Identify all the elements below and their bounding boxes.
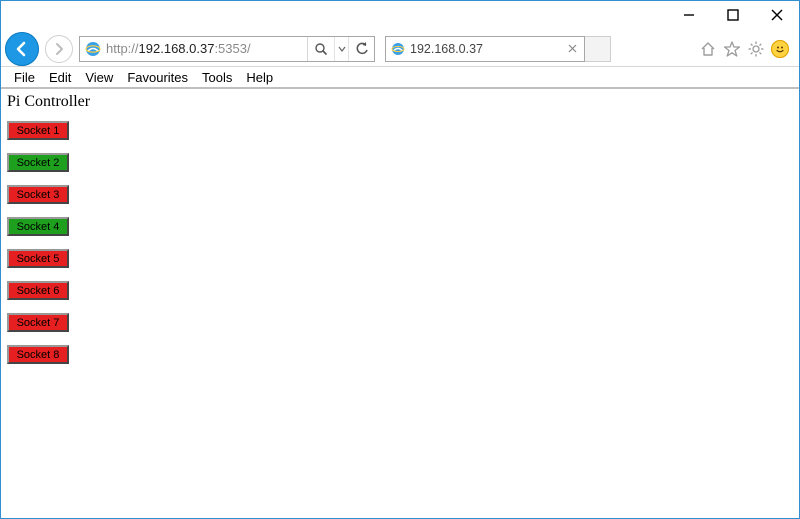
socket-button-4[interactable]: Socket 4 [7,217,69,236]
settings-icon[interactable] [747,40,765,58]
socket-button-8[interactable]: Socket 8 [7,345,69,364]
socket-button-list: Socket 1 Socket 2 Socket 3 Socket 4 Socket 5… [7,117,793,364]
menu-file[interactable]: File [7,68,42,87]
home-icon[interactable] [699,40,717,58]
menu-bar: File Edit View Favourites Tools Help [1,67,799,89]
search-button[interactable] [308,37,334,61]
menu-help[interactable]: Help [239,68,280,87]
menu-view[interactable]: View [78,68,120,87]
menu-favourites[interactable]: Favourites [120,68,195,87]
address-bar-tools [307,37,374,61]
window-titlebar [1,1,799,31]
navigation-toolbar: http://192.168.0.37:5353/ 192.168.0.3 [1,31,799,67]
ie-logo-icon [84,40,102,58]
toolbar-icons [699,40,793,58]
back-button[interactable] [5,32,39,66]
window-close-button[interactable] [755,1,799,29]
address-bar-url: http://192.168.0.37:5353/ [106,41,307,56]
page-title: Pi Controller [7,93,793,111]
favorites-icon[interactable] [723,40,741,58]
tab-active[interactable]: 192.168.0.37 [385,36,585,62]
socket-button-7[interactable]: Socket 7 [7,313,69,332]
tab-strip: 192.168.0.37 [385,36,615,62]
feedback-smiley-icon[interactable] [771,40,789,58]
window-minimize-button[interactable] [667,1,711,29]
page-content: Pi Controller Socket 1Socket 2Socket 3So… [1,89,799,518]
socket-button-2[interactable]: Socket 2 [7,153,69,172]
ie-page-icon [390,41,406,57]
url-suffix: :5353/ [214,41,250,56]
socket-button-5[interactable]: Socket 5 [7,249,69,268]
tab-title: 192.168.0.37 [410,42,560,56]
refresh-button[interactable] [348,37,374,61]
socket-button-1[interactable]: Socket 1 [7,121,69,140]
address-bar[interactable]: http://192.168.0.37:5353/ [79,36,375,62]
browser-window: http://192.168.0.37:5353/ 192.168.0.3 [0,0,800,519]
menu-edit[interactable]: Edit [42,68,78,87]
url-prefix: http:// [106,41,139,56]
tab-close-button[interactable] [564,41,580,57]
search-dropdown[interactable] [334,37,348,61]
socket-button-3[interactable]: Socket 3 [7,185,69,204]
new-tab-button[interactable] [585,36,611,62]
window-maximize-button[interactable] [711,1,755,29]
socket-button-6[interactable]: Socket 6 [7,281,69,300]
forward-button[interactable] [45,35,73,63]
url-host: 192.168.0.37 [139,41,215,56]
menu-tools[interactable]: Tools [195,68,239,87]
